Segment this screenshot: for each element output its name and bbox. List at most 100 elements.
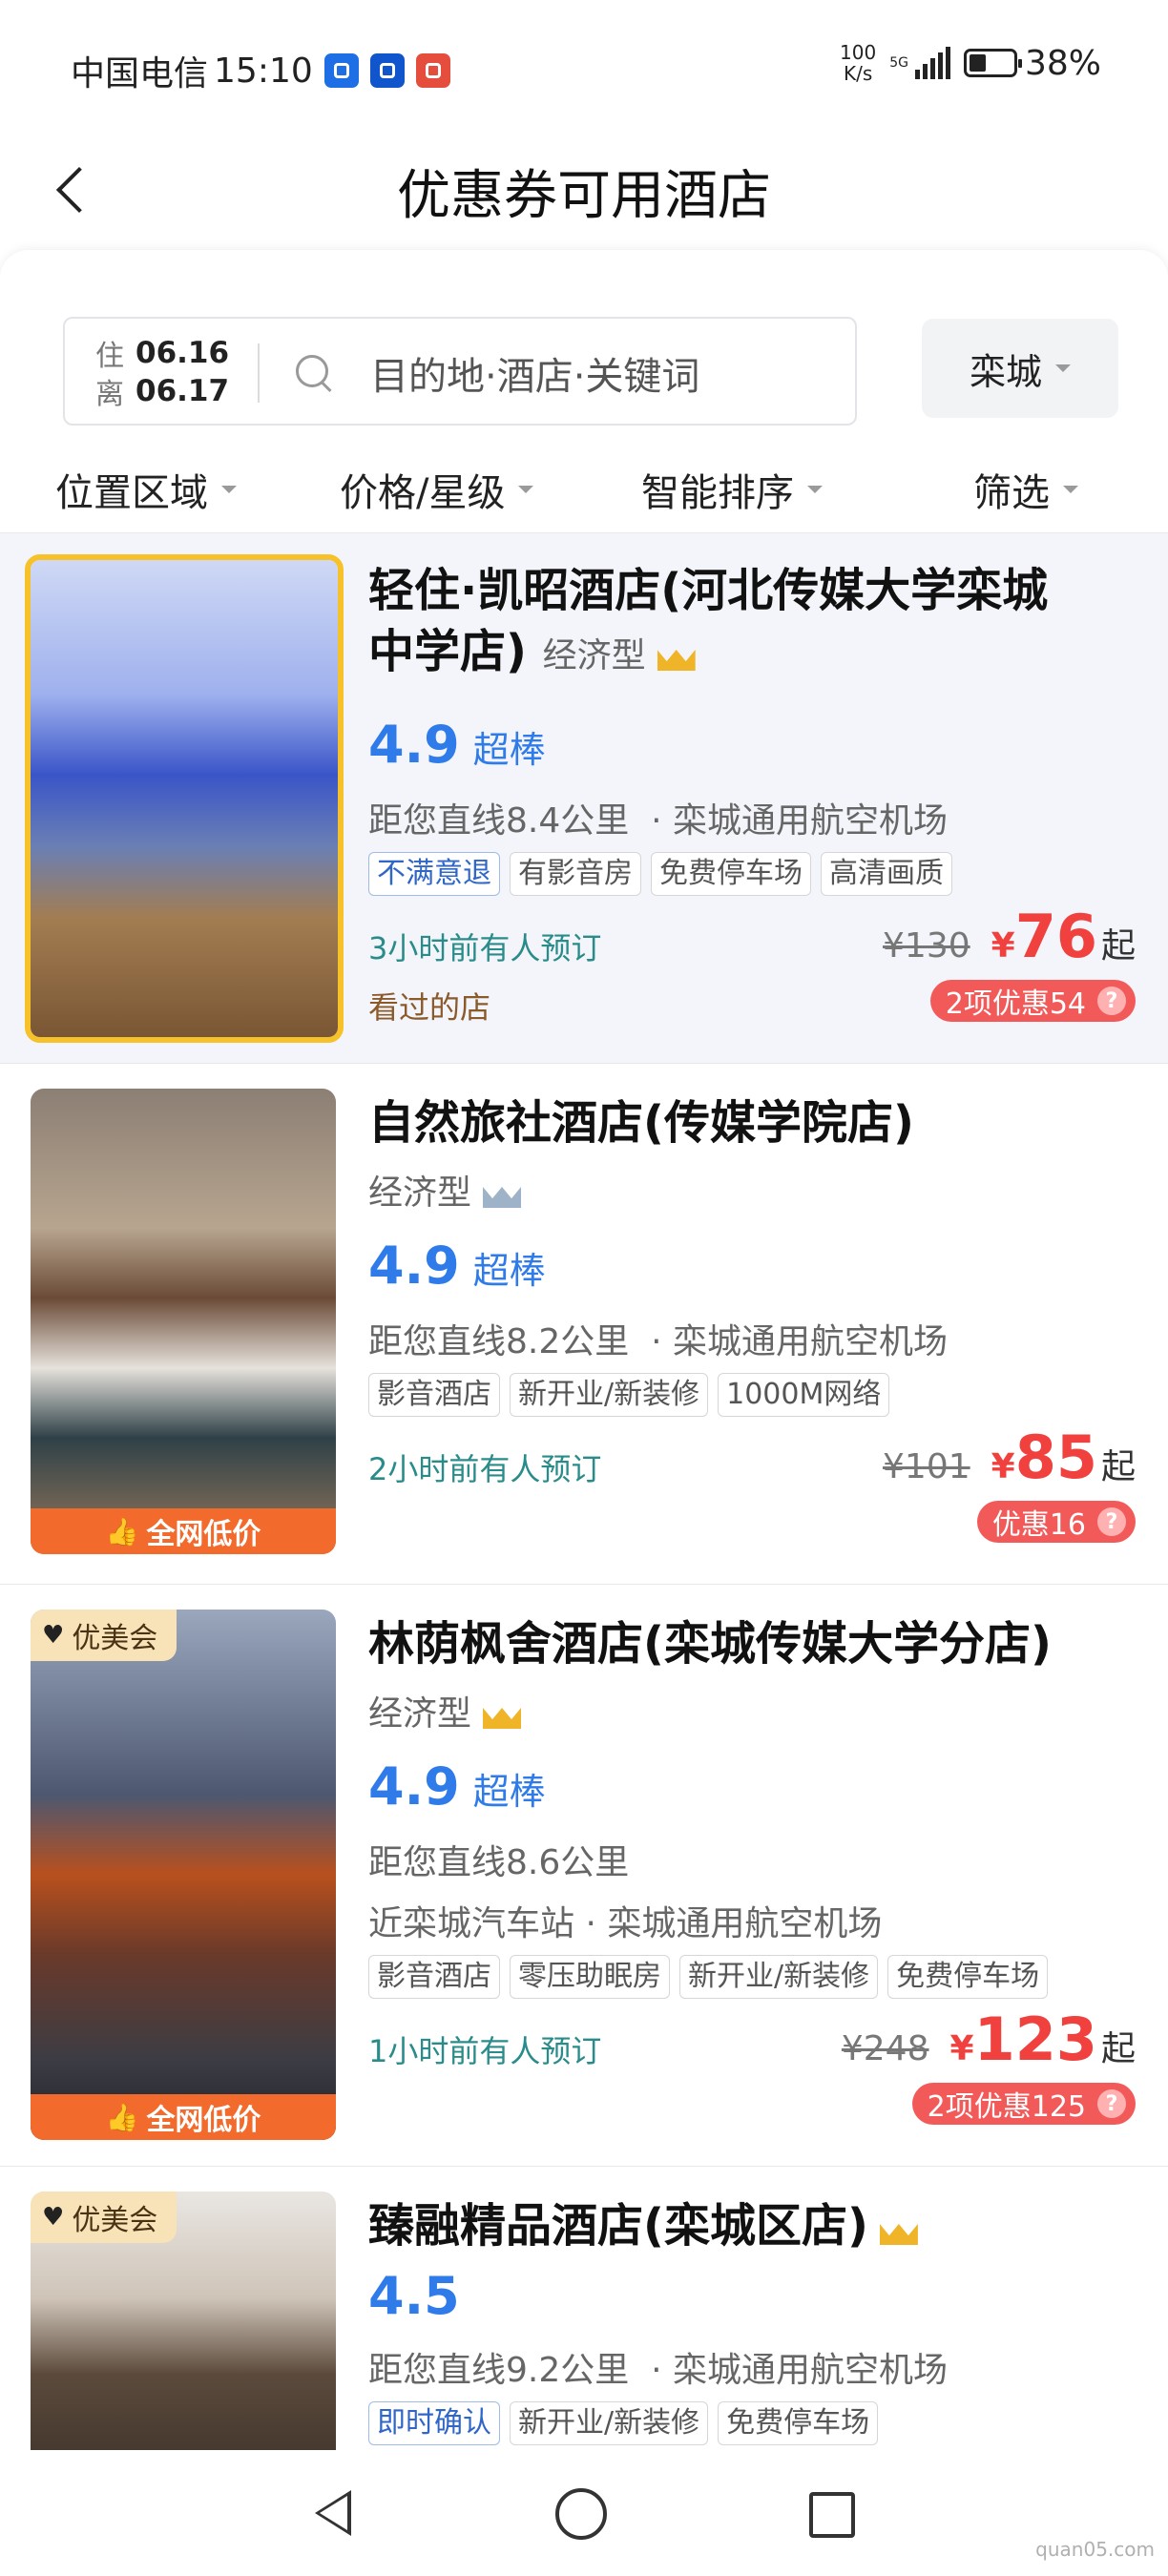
filter-location[interactable]: 位置区域 [55,462,237,517]
checkin-label: 住 [95,340,124,373]
chevron-down-icon [518,486,534,493]
rating-word: 超棒 [472,729,546,771]
filter-bar: 位置区域 价格/星级 智能排序 筛选 [0,441,1168,534]
current-price: ¥76 [991,902,1097,971]
heart-icon: ♥ [42,2203,65,2232]
rating-score: 4.5 [368,2266,460,2326]
heart-icon: ♥ [42,1621,65,1650]
crown-icon [483,1700,521,1729]
hotel-card[interactable]: ♥ 优美会 臻融精品酒店(栾城区店) 4.5 距您直线9.2公里 · 栾城通用航空… [0,2166,1168,2450]
distance-info: 距您直线8.4公里 · 栾城通用航空机场 [368,801,949,841]
help-icon: ? [1097,1507,1126,1536]
recent-booking: 2小时前有人预订 [368,1451,602,1487]
filter-more[interactable]: 筛选 [973,462,1078,517]
price: ¥248 ¥123 起 [841,2005,1136,2074]
current-price: ¥85 [991,1423,1097,1492]
promo-badge[interactable]: 2项优惠125? [911,2083,1136,2125]
rating-word: 超棒 [472,1250,546,1292]
hotel-card[interactable]: ♥ 优美会 👍 全网低价 林荫枫舍酒店(栾城传媒大学分店) 经济型 4.9 超棒 距… [0,1584,1168,2166]
hotel-photo[interactable]: ♥ 优美会 [31,2192,336,2450]
carrier-label: 中国电信 [71,54,209,93]
promo-badge[interactable]: 2项优惠54? [929,980,1136,1022]
crown-icon [880,2216,918,2245]
battery-percent: 38% [1024,43,1101,83]
price: ¥130 ¥76 起 [883,902,1136,971]
tag: 有影音房 [510,852,641,896]
tag: 不满意退 [368,852,500,896]
filter-price-star[interactable]: 价格/星级 [340,462,534,517]
tag: 1000M网络 [718,1373,890,1417]
hotel-name: 自然旅社酒店(传媒学院店) [368,1096,914,1150]
chevron-down-icon [807,486,823,493]
nav-home-icon[interactable] [555,2488,607,2540]
hotel-card[interactable]: 👍 全网低价 自然旅社酒店(传媒学院店) 经济型 4.9 超棒 距您直线8.2公里… [0,1063,1168,1584]
hotel-card[interactable]: 轻住·凯昭酒店(河北传媒大学栾城 中学店) 经济型 4.9 超棒 距您直线8.4… [0,532,1168,1063]
tag: 新开业/新装修 [510,1373,709,1417]
tag: 免费停车场 [718,2401,879,2445]
crown-icon [657,642,696,671]
chevron-down-icon [1055,364,1071,372]
tag: 影音酒店 [368,1955,500,1999]
original-price: ¥101 [883,1447,970,1486]
recent-booking: 1小时前有人预订 [368,2033,602,2069]
app-notification-icon [369,53,405,88]
rating-score: 4.9 [368,715,460,775]
checkout-date: 06.17 [136,374,230,408]
nav-header: 优惠券可用酒店 [0,134,1168,248]
hotel-name: 林荫枫舍酒店(栾城传媒大学分店) [368,1617,1052,1671]
chevron-down-icon [221,486,237,493]
tag-list: 不满意退 有影音房 免费停车场 高清画质 [368,852,962,896]
search-icon [294,353,336,395]
city-label: 栾城 [969,350,1042,393]
watermark: quan05.com [1035,2538,1155,2561]
search-input[interactable]: 目的地·酒店·关键词 [370,345,699,401]
tag: 零压助眠房 [510,1955,670,1999]
battery-icon [963,49,1022,77]
tag: 新开业/新装修 [679,1955,879,1999]
rating: 4.9 超棒 [368,715,546,775]
net-speed: 100 K/s [840,41,877,85]
crown-icon [483,1179,521,1208]
vip-badge: ♥ 优美会 [31,1610,177,1661]
hotel-type: 经济型 [368,1694,472,1734]
hotel-photo[interactable] [25,554,344,1043]
tag-list: 影音酒店 新开业/新装修 1000M网络 [368,1373,899,1417]
vip-badge: ♥ 优美会 [31,2192,177,2243]
rating: 4.9 超棒 [368,1236,546,1296]
distance-info: 距您直线9.2公里 · 栾城通用航空机场 [368,2351,949,2390]
recent-booking: 3小时前有人预订 [368,930,602,966]
lowest-price-banner: 👍 全网低价 [31,1508,336,1554]
system-nav-bar: quan05.com [0,2450,1168,2576]
original-price: ¥248 [841,2029,929,2068]
rating-word: 超棒 [472,1771,546,1813]
price: ¥101 ¥85 起 [883,1423,1136,1492]
status-bar: 中国电信 15:10 100 K/s 5G 38% [0,0,1168,134]
signal-icon: 5G [889,47,950,79]
page-title: 优惠券可用酒店 [397,165,771,227]
original-price: ¥130 [883,926,970,966]
hotel-type-row: 经济型 [368,1165,521,1215]
hotel-name: 臻融精品酒店(栾城区店) [368,2195,1132,2256]
tag: 即时确认 [368,2401,500,2445]
divider [258,343,260,403]
nav-recents-icon[interactable] [809,2492,855,2538]
nav-back-icon[interactable] [305,2484,363,2542]
city-selector[interactable]: 栾城 [922,319,1118,418]
filter-sort[interactable]: 智能排序 [641,462,823,517]
chevron-down-icon [1063,486,1078,493]
rating-score: 4.9 [368,1756,460,1817]
search-box[interactable]: 住 06.16 离 06.17 目的地·酒店·关键词 [63,317,857,426]
date-picker[interactable]: 住 06.16 离 06.17 [95,334,258,411]
hotel-photo[interactable]: ♥ 优美会 👍 全网低价 [31,1610,336,2140]
checkout-label: 离 [95,378,124,411]
hotel-photo[interactable]: 👍 全网低价 [31,1089,336,1554]
tag: 免费停车场 [651,852,811,896]
tag: 免费停车场 [887,1955,1049,1999]
lowest-price-banner: 👍 全网低价 [31,2094,336,2140]
checkin-date: 06.16 [136,336,230,370]
search-panel: 住 06.16 离 06.17 目的地·酒店·关键词 栾城 位置区域 价格/星级… [0,250,1168,534]
promo-badge[interactable]: 优惠16? [976,1501,1136,1543]
hotel-name: 轻住·凯昭酒店(河北传媒大学栾城 中学店) 经济型 [368,564,1049,678]
rating: 4.9 超棒 [368,1756,546,1817]
tag: 新开业/新装修 [510,2401,709,2445]
